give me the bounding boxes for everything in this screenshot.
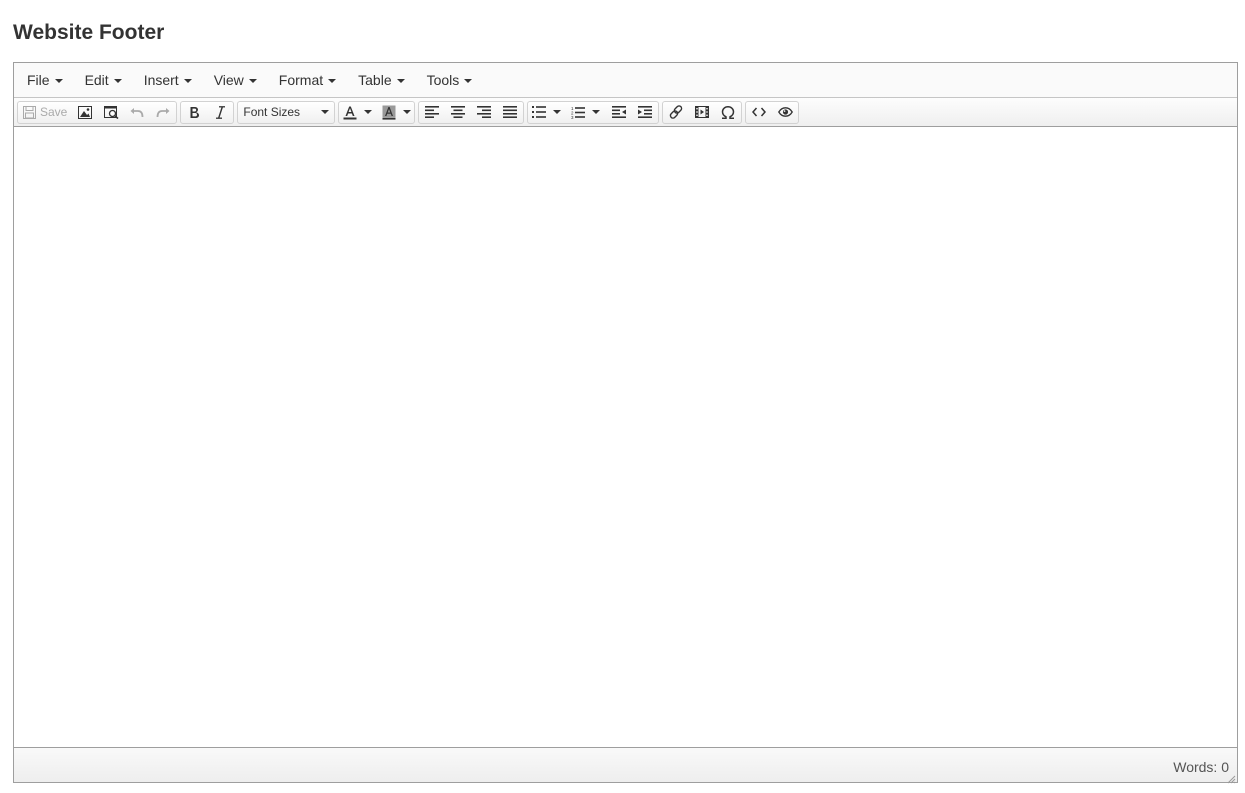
menu-label: View	[213, 72, 244, 88]
preview-button[interactable]	[98, 102, 124, 123]
toolbar-group-color	[338, 100, 416, 124]
source-code-icon	[752, 107, 767, 117]
undo-button[interactable]	[124, 102, 150, 123]
bullet-list-button[interactable]	[528, 102, 550, 123]
editor-menubar: File Edit Insert View Format Table Tools	[14, 63, 1237, 98]
text-color-button[interactable]	[339, 102, 361, 123]
insert-media-button[interactable]	[689, 102, 715, 123]
editor-content-area[interactable]	[14, 127, 1237, 748]
caret-down-icon	[328, 78, 337, 83]
italic-icon	[215, 105, 226, 119]
bold-button[interactable]	[181, 102, 207, 123]
caret-down-icon	[183, 78, 192, 83]
caret-down-icon	[364, 110, 373, 114]
link-icon	[669, 105, 683, 119]
editor-toolbar: Save Font Sizes 1 2 3	[14, 98, 1237, 127]
caret-down-icon	[54, 78, 63, 83]
indent-button[interactable]	[632, 102, 658, 123]
toolbar-group-align	[418, 100, 525, 124]
font-sizes-label: Font Sizes	[243, 105, 301, 119]
outdent-icon	[612, 106, 627, 118]
toolbar-group-lists: 123	[527, 100, 660, 124]
menu-view[interactable]: View	[205, 67, 266, 93]
image-icon	[78, 105, 93, 119]
svg-text:3: 3	[571, 115, 574, 119]
editor-statusbar: Words: 0	[14, 747, 1237, 784]
preview-eye-icon	[777, 107, 793, 117]
caret-down-icon	[553, 110, 562, 114]
menu-table[interactable]: Table	[349, 67, 413, 93]
insert-link-button[interactable]	[663, 102, 689, 123]
menu-label: Tools	[426, 72, 460, 88]
bold-icon	[189, 106, 200, 119]
special-character-icon	[721, 105, 735, 119]
menu-format[interactable]: Format	[270, 67, 345, 93]
toolbar-group-view	[745, 100, 800, 124]
indent-icon	[638, 106, 653, 118]
caret-down-icon	[464, 78, 473, 83]
special-character-button[interactable]	[715, 102, 741, 123]
align-center-button[interactable]	[445, 102, 471, 123]
insert-image-button[interactable]	[72, 102, 98, 123]
save-button[interactable]: Save	[18, 102, 72, 123]
bullet-list-icon	[532, 106, 547, 118]
align-justify-button[interactable]	[497, 102, 523, 123]
background-color-dropdown[interactable]	[400, 102, 414, 123]
menu-label: Insert	[143, 72, 179, 88]
menu-tools[interactable]: Tools	[418, 67, 482, 93]
align-right-button[interactable]	[471, 102, 497, 123]
caret-down-icon	[248, 78, 257, 83]
menu-file[interactable]: File	[18, 67, 72, 93]
caret-down-icon	[321, 110, 330, 114]
page-title: Website Footer	[13, 21, 165, 44]
numbered-list-dropdown[interactable]	[589, 102, 603, 123]
caret-down-icon	[403, 110, 412, 114]
toolbar-group-file: Save	[17, 100, 178, 124]
align-center-icon	[451, 106, 466, 118]
background-color-icon	[382, 105, 396, 120]
numbered-list-icon: 123	[571, 106, 586, 119]
align-left-icon	[425, 106, 440, 118]
undo-icon	[130, 106, 144, 118]
toolbar-group-style	[180, 100, 235, 124]
menu-label: Table	[358, 72, 392, 88]
word-count: Words: 0	[1173, 759, 1229, 775]
preview-eye-button[interactable]	[772, 102, 798, 123]
bullet-list-dropdown[interactable]	[550, 102, 564, 123]
align-left-button[interactable]	[419, 102, 445, 123]
toolbar-group-insert	[662, 100, 743, 124]
source-code-button[interactable]	[746, 102, 772, 123]
rich-text-editor: File Edit Insert View Format Table Tools…	[13, 62, 1238, 784]
background-color-button[interactable]	[378, 102, 400, 123]
caret-down-icon	[113, 78, 122, 83]
preview-icon	[103, 105, 119, 119]
redo-icon	[156, 106, 170, 118]
align-justify-icon	[503, 106, 518, 118]
caret-down-icon	[396, 78, 405, 83]
menu-label: Format	[278, 72, 324, 88]
toolbar-group-fontsize: Font Sizes	[237, 100, 336, 124]
save-icon	[23, 105, 36, 119]
resize-handle-icon[interactable]	[1226, 771, 1236, 784]
menu-edit[interactable]: Edit	[76, 67, 131, 93]
font-sizes-select[interactable]: Font Sizes	[238, 102, 334, 123]
italic-button[interactable]	[207, 102, 233, 123]
caret-down-icon	[592, 110, 601, 114]
menu-label: File	[27, 72, 50, 88]
redo-button[interactable]	[150, 102, 176, 123]
text-color-icon	[343, 105, 357, 120]
outdent-button[interactable]	[606, 102, 632, 123]
menu-insert[interactable]: Insert	[135, 67, 201, 93]
text-color-dropdown[interactable]	[361, 102, 375, 123]
numbered-list-button[interactable]: 123	[567, 102, 589, 123]
align-right-icon	[477, 106, 492, 118]
save-button-label: Save	[40, 105, 68, 119]
media-icon	[695, 106, 710, 118]
menu-label: Edit	[84, 72, 109, 88]
